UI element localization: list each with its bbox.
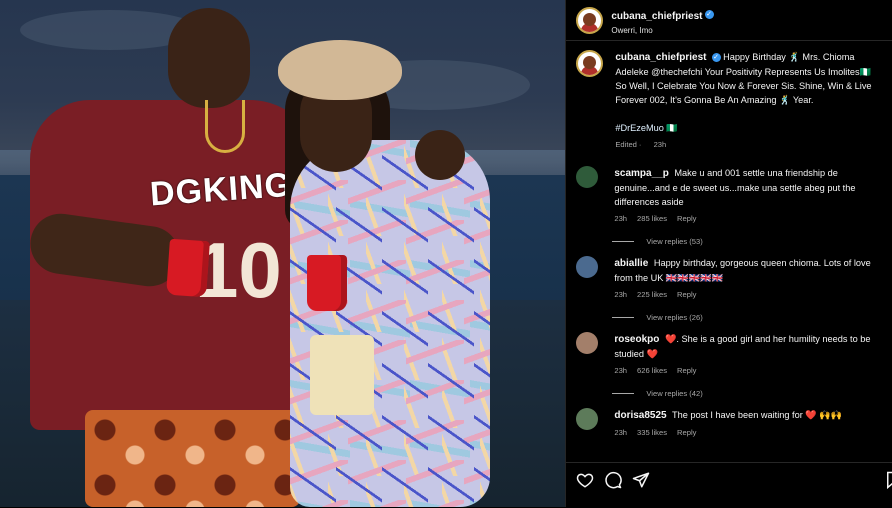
patterned-shorts [85, 410, 300, 507]
avatar[interactable] [576, 408, 599, 430]
view-replies-label: View replies (53) [646, 237, 703, 246]
replies-divider [612, 393, 635, 394]
man-head [168, 8, 250, 108]
comment-likes[interactable]: 626 likes [637, 366, 667, 375]
verified-badge-icon: ✓ [704, 9, 714, 19]
verified-badge-icon: ✓ [711, 53, 721, 63]
reply-button[interactable]: Reply [677, 366, 696, 375]
view-replies-button[interactable]: View replies (26) [612, 313, 892, 322]
replies-divider [612, 241, 635, 242]
avatar[interactable] [576, 256, 599, 278]
header-username[interactable]: cubana_chiefpriest [611, 11, 702, 22]
comment-username[interactable]: abiallie [614, 258, 648, 269]
caption-time: 23h [653, 140, 667, 149]
post-side-panel: cubana_chiefpriest ✓ Owerri, Imo cubana_c… [565, 0, 892, 507]
comment-text: Happy birthday, gorgeous queen chioma. L… [614, 258, 871, 283]
comments-list[interactable]: cubana_chiefpriest ✓ Happy Birthday 🕺 Mrs… [566, 41, 892, 461]
woman-patterned-outfit [290, 140, 490, 507]
post-action-bar [566, 462, 892, 508]
red-cup [166, 238, 210, 298]
woman-arm [415, 130, 465, 180]
edited-label: Edited [615, 140, 637, 149]
comment-likes[interactable]: 225 likes [637, 290, 667, 299]
woman-hat [278, 40, 402, 100]
comment-time: 23h [614, 290, 628, 299]
list-item: roseokpo ❤️. She is a good girl and her … [566, 332, 892, 378]
view-replies-label: View replies (42) [646, 389, 703, 398]
comment-time: 23h [614, 214, 628, 223]
paper-plane-icon[interactable] [632, 471, 650, 489]
comment-username[interactable]: dorisa8525 [614, 410, 666, 421]
view-replies-button[interactable]: View replies (53) [612, 237, 892, 246]
caption-username[interactable]: cubana_chiefpriest [615, 52, 706, 63]
avatar[interactable] [576, 6, 604, 34]
comment-text: The post I have been waiting for ❤️ 🙌🙌 [672, 410, 843, 420]
hashtag-link[interactable]: #DrEzeMuo 🇳🇬 [615, 121, 884, 135]
handbag [310, 335, 374, 415]
replies-divider [612, 317, 635, 318]
location-link[interactable]: Owerri, Imo [611, 26, 713, 35]
reply-button[interactable]: Reply [677, 290, 696, 299]
list-item: scampa__p Make u and 001 settle una frie… [566, 166, 892, 226]
avatar[interactable] [576, 166, 599, 188]
bookmark-icon[interactable] [884, 471, 892, 489]
comment-username[interactable]: roseokpo [614, 334, 659, 345]
avatar[interactable] [576, 332, 599, 354]
reply-button[interactable]: Reply [677, 428, 696, 437]
gold-necklace [205, 100, 245, 153]
heart-outline-icon[interactable] [576, 471, 594, 489]
list-item: abiallie Happy birthday, gorgeous queen … [566, 256, 892, 302]
comment-likes[interactable]: 285 likes [637, 214, 667, 223]
comment-likes[interactable]: 335 likes [637, 428, 667, 437]
post-photo[interactable]: DGKING 10 [0, 0, 566, 507]
avatar[interactable] [576, 50, 604, 77]
jersey-number: 10 [195, 226, 282, 314]
instagram-post-modal: DGKING 10 cubana_chiefpriest ✓ Owerri, Im… [0, 0, 892, 507]
caption: cubana_chiefpriest ✓ Happy Birthday 🕺 Mrs… [566, 50, 892, 152]
comment-time: 23h [614, 366, 628, 375]
red-cup [307, 255, 347, 311]
comment-username[interactable]: scampa__p [614, 168, 668, 179]
post-header: cubana_chiefpriest ✓ Owerri, Imo [566, 0, 892, 41]
list-item: dorisa8525 The post I have been waiting … [566, 408, 892, 440]
view-replies-button[interactable]: View replies (42) [612, 389, 892, 398]
comment-time: 23h [614, 428, 628, 437]
reply-button[interactable]: Reply [677, 214, 696, 223]
view-replies-label: View replies (26) [646, 313, 703, 322]
comment-bubble-icon[interactable] [604, 471, 623, 489]
